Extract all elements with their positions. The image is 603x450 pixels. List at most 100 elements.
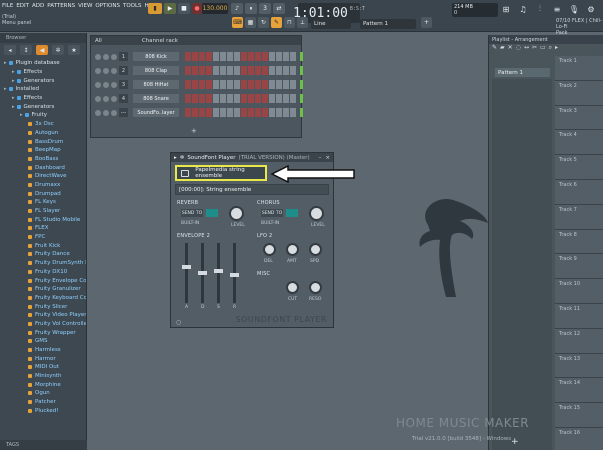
countdown-icon[interactable]: 3 [259,3,271,14]
playlist-track[interactable]: Track 11 [555,303,603,329]
loop-icon[interactable]: ↻ [258,17,269,28]
step-button[interactable] [234,80,240,89]
step-button[interactable] [241,94,247,103]
step-button[interactable] [213,80,219,89]
playlist-track[interactable]: Track 12 [555,328,603,354]
step-button[interactable] [220,108,226,117]
chorus-builtin[interactable]: BUILT-IN [261,221,279,226]
step-button[interactable] [234,52,240,61]
playlist-track[interactable]: Track 15 [555,403,603,428]
plugin-item[interactable]: Fruity Keyboard Controller [0,294,86,303]
release-fader[interactable] [230,243,239,303]
step-button[interactable] [276,94,282,103]
step-button[interactable] [290,94,296,103]
playlist-track[interactable]: Track 4 [555,130,603,156]
play-button[interactable]: ▶ [164,3,176,14]
plugin-item[interactable]: Fruity Granulizer [0,285,86,294]
playlist-track[interactable]: Track 7 [555,204,603,230]
lfo-speed-knob[interactable] [309,243,322,256]
volume-knob[interactable] [111,53,117,60]
step-button[interactable] [276,80,282,89]
zoom-icon[interactable]: ⌕ [549,44,552,53]
mute-knob[interactable] [95,109,101,116]
settings-dot-icon[interactable]: ○ [176,319,181,326]
channel-row[interactable]: 3 808 HiHat [95,79,303,90]
step-button[interactable] [269,94,275,103]
lfo-delay-knob[interactable] [263,243,276,256]
tags-bar[interactable]: TAGS [0,440,87,450]
channel-row[interactable]: 4 808 Snare [95,93,303,104]
step-button[interactable] [241,80,247,89]
channel-name-button[interactable]: 808 Snare [133,94,179,103]
menu-view[interactable]: VIEW [78,3,92,9]
reverb-send-to[interactable]: SEND TO [181,209,203,217]
mixer-track-number[interactable]: 3 [119,80,128,89]
plugin-item[interactable]: Harmor [0,354,86,363]
typing-keyboard-icon[interactable]: ⌨ [232,17,243,28]
cutoff-knob[interactable] [286,281,299,294]
step-button[interactable] [227,94,233,103]
plugin-item[interactable]: Ogun [0,389,86,398]
select-icon[interactable]: ▭ [540,44,546,53]
plugin-item[interactable]: MIDI Out [0,363,86,372]
playlist-track[interactable]: Track 3 [555,105,603,131]
step-button[interactable] [262,94,268,103]
pattern-select[interactable]: Pattern 1 [360,19,416,29]
plugin-item[interactable]: FL Keys [0,198,86,207]
channel-row[interactable]: --- SoundFo..layer [95,107,303,118]
step-button[interactable] [241,66,247,75]
pattern-song-toggle[interactable]: ▮ [148,3,162,14]
step-button[interactable] [213,52,219,61]
plugin-item[interactable]: Drumaxx [0,181,86,190]
step-button[interactable] [290,52,296,61]
plugin-item[interactable]: Patcher [0,398,86,407]
gear-icon[interactable]: ✲ [180,155,185,161]
step-button[interactable] [199,66,205,75]
lfo-amount-knob[interactable] [286,243,299,256]
playback-icon[interactable]: ▸ [555,44,558,53]
news-panel[interactable]: 07/10 FLEX | Chill-Lo-Fi Pack [556,18,603,36]
channel-select-led[interactable] [300,80,303,89]
decay-fader[interactable] [198,243,207,303]
channel-select-led[interactable] [300,108,303,117]
step-button[interactable] [185,66,191,75]
chorus-level-knob[interactable] [309,206,324,221]
reverb-send-meter[interactable] [206,209,218,217]
plugin-item[interactable]: Fruity Envelope Controller [0,276,86,285]
step-button[interactable] [248,52,254,61]
step-button[interactable] [206,66,212,75]
star-icon[interactable]: ★ [68,45,80,55]
browser-folder[interactable]: ▸ Effects [0,94,86,103]
step-button[interactable] [290,80,296,89]
plugin-item[interactable]: Fruity Vol Controller [0,320,86,329]
mixer-icon[interactable]: ⫶ [534,3,546,15]
gear-icon[interactable]: ⚙ [585,3,597,15]
cpu-monitor[interactable]: 214 MB 0 [452,3,498,17]
step-button[interactable] [213,94,219,103]
pan-knob[interactable] [103,53,109,60]
speaker-icon[interactable]: ◀ [36,45,48,55]
channel-name-button[interactable]: SoundFo..layer [133,108,179,117]
add-track-button[interactable]: + [511,437,519,447]
step-button[interactable] [255,66,261,75]
channel-select-led[interactable] [300,94,303,103]
step-button[interactable] [290,108,296,117]
plugin-item[interactable]: GMS [0,337,86,346]
plugin-item[interactable]: BeepMap [0,146,86,155]
step-button[interactable] [206,52,212,61]
channel-rack-icon[interactable]: ≡ [551,3,563,15]
mixer-track-number[interactable]: --- [119,108,128,117]
step-button[interactable] [262,80,268,89]
plugin-item[interactable]: Morphine [0,380,86,389]
step-button[interactable] [234,94,240,103]
plugin-item[interactable]: DirectWave [0,172,86,181]
minimize-icon[interactable]: – [319,155,322,161]
menu-patterns[interactable]: PATTERNS [47,3,75,9]
mute-knob[interactable] [95,67,101,74]
step-button[interactable] [227,52,233,61]
arrow-icon[interactable]: ↕ [20,45,32,55]
step-button[interactable] [248,108,254,117]
volume-knob[interactable] [111,67,117,74]
slip-icon[interactable]: ↔ [524,44,529,53]
pan-knob[interactable] [103,95,109,102]
